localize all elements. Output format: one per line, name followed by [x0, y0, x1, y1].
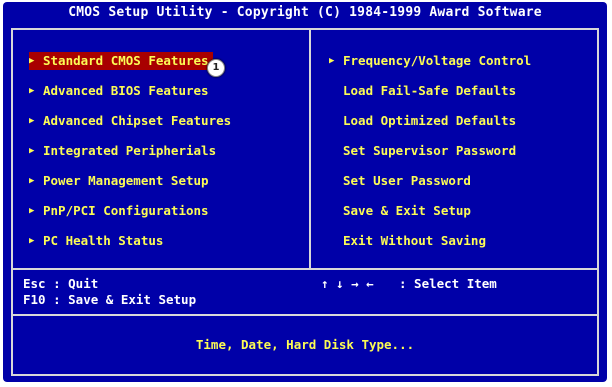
status-description: Time, Date, Hard Disk Type... [195, 337, 415, 352]
step-number-badge: 1 [207, 59, 225, 77]
arrow-right-icon: ▶ [29, 116, 35, 126]
menu-item-label: Integrated Peripherials [43, 143, 217, 158]
menu-item-label: Standard CMOS Features [43, 53, 209, 68]
menu-item-pnp-pci-configurations[interactable]: ▶ PnP/PCI Configurations [29, 202, 209, 220]
menu-item-label: Frequency/Voltage Control [343, 53, 532, 68]
menu-item-label: Advanced BIOS Features [43, 83, 209, 98]
menu-item-standard-cmos-features[interactable]: ▶ Standard CMOS Features [29, 52, 213, 70]
menu-item-label: Exit Without Saving [343, 233, 486, 248]
column-divider [309, 30, 311, 270]
arrow-right-icon: ▶ [29, 176, 35, 186]
arrow-right-icon: ▶ [29, 236, 35, 246]
arrow-right-icon: ▶ [29, 56, 35, 66]
menu-item-load-fail-safe-defaults[interactable]: Load Fail-Safe Defaults [343, 82, 516, 100]
menu-item-pc-health-status[interactable]: ▶ PC Health Status [29, 232, 163, 250]
menu-item-advanced-bios-features[interactable]: ▶ Advanced BIOS Features [29, 82, 209, 100]
menu-item-set-user-password[interactable]: Set User Password [343, 172, 471, 190]
menu-item-label: Load Optimized Defaults [343, 113, 517, 128]
menu-item-label: PnP/PCI Configurations [43, 203, 209, 218]
title-bar: CMOS Setup Utility - Copyright (C) 1984-… [68, 5, 542, 20]
arrow-keys-icon: ↑ ↓ → ← [321, 276, 374, 291]
menu-item-integrated-peripherials[interactable]: ▶ Integrated Peripherials [29, 142, 216, 160]
menu-item-label: Set Supervisor Password [343, 143, 517, 158]
menu-item-label: Save & Exit Setup [343, 203, 471, 218]
menu-item-label: Power Management Setup [43, 173, 209, 188]
arrow-right-icon: ▶ [29, 146, 35, 156]
main-frame: ▶ Standard CMOS Features ▶ Advanced BIOS F… [11, 28, 599, 376]
menu-item-label: Set User Password [343, 173, 471, 188]
menu-help-divider [13, 268, 597, 270]
arrow-right-icon: ▶ [29, 86, 35, 96]
help-esc-quit: Esc : Quit [23, 276, 99, 291]
arrow-right-icon: ▶ [329, 56, 335, 66]
menu-item-advanced-chipset-features[interactable]: ▶ Advanced Chipset Features [29, 112, 231, 130]
help-status-divider [13, 314, 597, 316]
help-f10-save-exit: F10 : Save & Exit Setup [23, 292, 197, 307]
bios-screen: CMOS Setup Utility - Copyright (C) 1984-… [3, 2, 607, 382]
menu-item-set-supervisor-password[interactable]: Set Supervisor Password [343, 142, 516, 160]
menu-item-frequency-voltage-control[interactable]: ▶ Frequency/Voltage Control [329, 52, 531, 70]
arrow-right-icon: ▶ [29, 206, 35, 216]
menu-item-exit-without-saving[interactable]: Exit Without Saving [343, 232, 486, 250]
menu-item-power-management-setup[interactable]: ▶ Power Management Setup [29, 172, 209, 190]
help-select-item: : Select Item [399, 276, 497, 291]
menu-item-label: Advanced Chipset Features [43, 113, 232, 128]
menu-item-label: Load Fail-Safe Defaults [343, 83, 517, 98]
menu-item-label: PC Health Status [43, 233, 164, 248]
menu-item-save-exit-setup[interactable]: Save & Exit Setup [343, 202, 471, 220]
menu-item-load-optimized-defaults[interactable]: Load Optimized Defaults [343, 112, 516, 130]
